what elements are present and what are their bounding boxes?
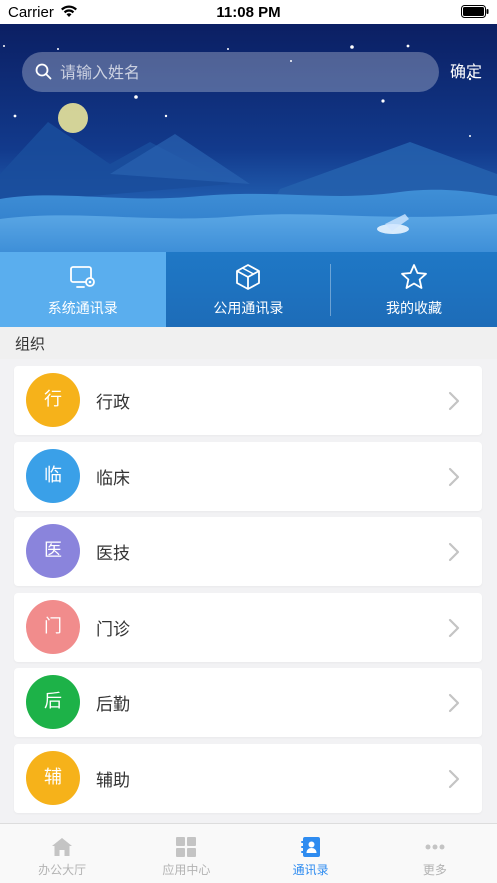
- nav-label: 办公大厅: [38, 863, 87, 877]
- org-avatar: 临: [26, 448, 80, 503]
- chevron-right-icon: [448, 618, 460, 637]
- org-name: 临床: [96, 468, 130, 489]
- status-bar: Carrier 11:08 PM: [0, 0, 497, 24]
- hero-banner: 确定: [0, 24, 497, 252]
- nav-office-hall[interactable]: 办公大厅: [0, 824, 124, 883]
- nav-label: 更多: [422, 863, 447, 877]
- tab-label: 公用通讯录: [213, 300, 284, 317]
- org-item-clinical[interactable]: 临 临床: [14, 441, 482, 511]
- battery-icon: [461, 5, 489, 18]
- contacts-icon: [300, 837, 320, 857]
- tab-label: 我的收藏: [385, 300, 442, 317]
- org-avatar: 行: [26, 373, 80, 427]
- org-item-medtech[interactable]: 医 医技: [14, 517, 482, 586]
- clock: 11:08 PM: [216, 4, 281, 21]
- section-header: 组织: [0, 327, 497, 359]
- tab-public-contacts[interactable]: 公用通讯录: [166, 252, 332, 327]
- app-root: Carrier 11:08 PM 请输入姓名 确定 系统通讯录 公用通讯录 我的…: [0, 0, 497, 883]
- home-icon: [52, 838, 73, 856]
- tab-system-contacts[interactable]: 系统通讯录: [0, 252, 166, 327]
- org-name: 后勤: [96, 695, 130, 715]
- org-name: 行政: [96, 393, 130, 413]
- more-icon: [425, 844, 445, 850]
- nav-contacts[interactable]: 通讯录: [249, 824, 373, 883]
- cube-icon: [236, 263, 261, 290]
- org-item-auxiliary[interactable]: 辅 辅助: [14, 743, 482, 813]
- org-item-admin[interactable]: 行 行政: [14, 366, 482, 435]
- org-item-outpatient[interactable]: 门 门诊: [14, 592, 482, 662]
- nav-label: 应用中心: [162, 863, 211, 877]
- monitor-gear-icon: [69, 265, 95, 288]
- org-avatar: 辅: [26, 750, 80, 805]
- org-name: 医技: [96, 544, 130, 564]
- tab-my-favorites[interactable]: 我的收藏: [331, 252, 497, 327]
- grid-icon: [176, 837, 197, 857]
- chevron-right-icon: [448, 467, 460, 486]
- confirm-button[interactable]: 确定: [444, 60, 488, 84]
- org-avatar: 门: [26, 599, 80, 654]
- tab-label: 系统通讯录: [47, 300, 118, 317]
- chevron-right-icon: [448, 391, 460, 411]
- section-title: 组织: [15, 335, 46, 353]
- chevron-right-icon: [448, 693, 460, 713]
- chevron-right-icon: [448, 769, 460, 788]
- nav-app-center[interactable]: 应用中心: [124, 824, 248, 883]
- search-input[interactable]: [60, 52, 430, 92]
- search-bar: [22, 52, 439, 92]
- org-avatar: 医: [26, 524, 80, 578]
- org-name: 门诊: [96, 619, 130, 640]
- search-icon: [35, 63, 52, 80]
- contact-type-tabs: 系统通讯录 公用通讯录 我的收藏: [0, 252, 497, 327]
- nav-label: 通讯录: [292, 863, 329, 877]
- org-avatar: 后: [26, 675, 80, 729]
- org-name: 辅助: [96, 770, 130, 791]
- bottom-tab-bar: 办公大厅 应用中心 通讯录 更多: [0, 823, 497, 883]
- chevron-right-icon: [448, 542, 460, 562]
- org-item-logistics[interactable]: 后 后勤: [14, 668, 482, 737]
- star-icon: [401, 263, 427, 289]
- nav-more[interactable]: 更多: [373, 824, 497, 883]
